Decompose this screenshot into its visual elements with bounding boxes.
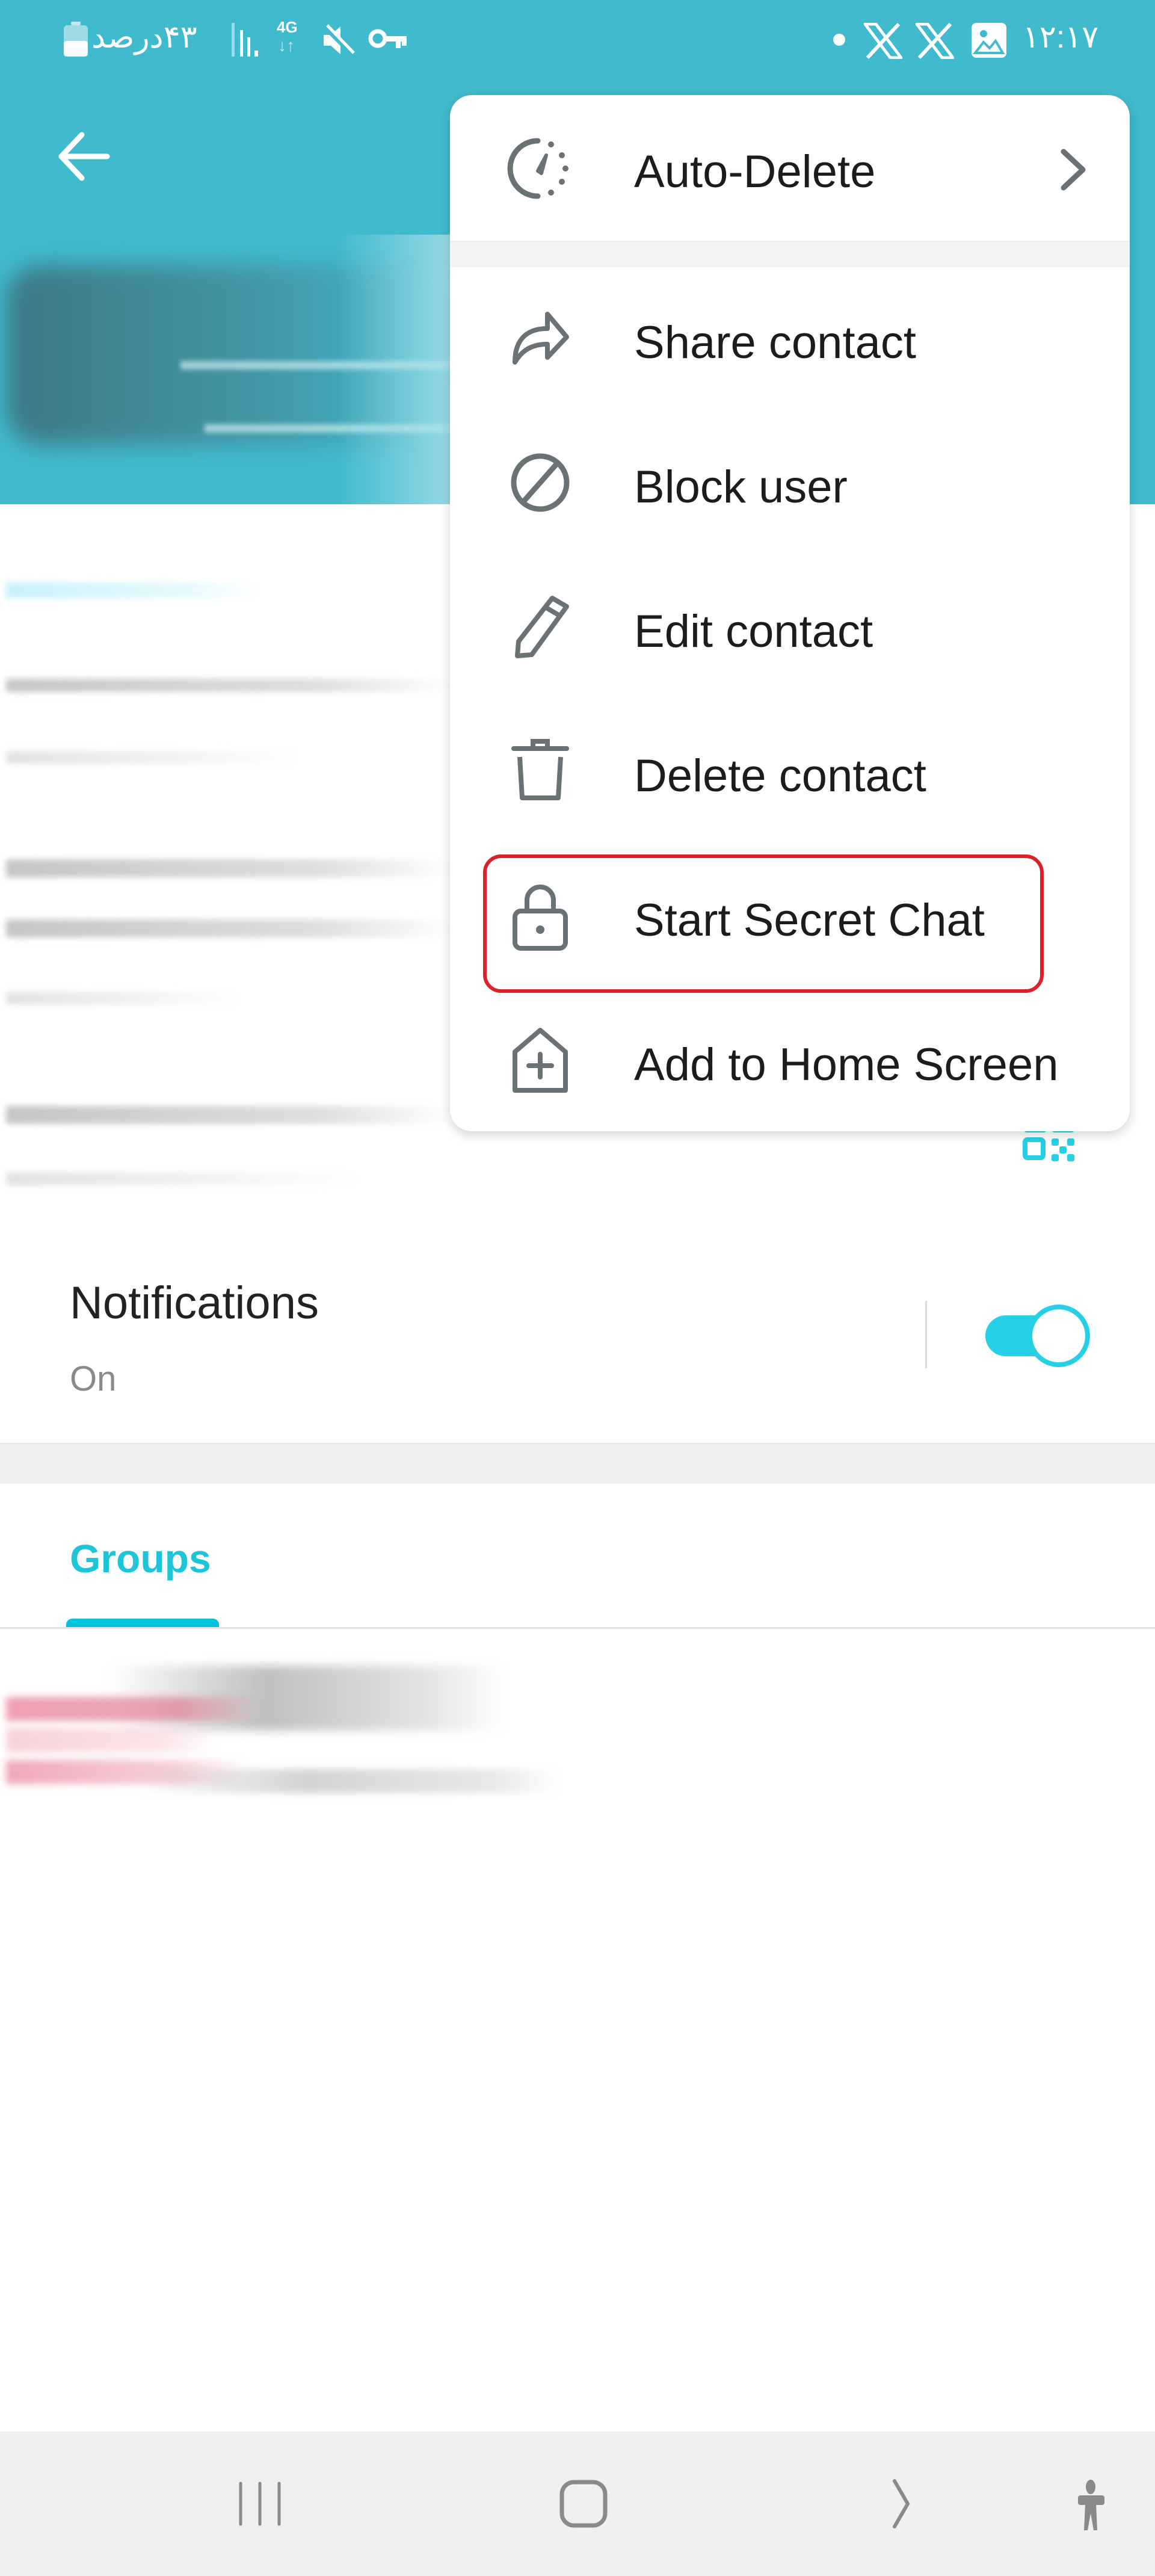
pencil-icon xyxy=(515,596,569,658)
blurred-line xyxy=(6,1106,451,1124)
highlight-annotation xyxy=(483,854,1044,993)
blurred-avatar xyxy=(6,1728,217,1752)
menu-item-edit-contact[interactable]: Edit contact xyxy=(450,555,1130,699)
accessibility-button[interactable] xyxy=(1047,2468,1143,2540)
system-navigation-bar xyxy=(0,2432,1155,2576)
toggle-knob xyxy=(1027,1305,1090,1367)
menu-item-label: Share contact xyxy=(634,317,916,368)
chevron-right-icon xyxy=(1061,149,1086,191)
blurred-line xyxy=(6,582,259,598)
menu-item-label: Delete contact xyxy=(634,750,926,802)
recents-button[interactable] xyxy=(212,2468,308,2540)
x-app-icon xyxy=(864,23,902,59)
blurred-line xyxy=(6,1172,361,1185)
contact-options-menu: Auto-Delete Share contact Block user Edi… xyxy=(450,95,1130,1131)
tab-groups[interactable]: Groups xyxy=(66,1510,223,1628)
notification-dot-icon xyxy=(833,34,845,46)
section-separator xyxy=(0,1443,1155,1484)
clock: ۱۲:۱۷ xyxy=(1023,20,1099,55)
arrow-left-icon xyxy=(58,132,110,181)
back-button[interactable] xyxy=(54,126,114,187)
menu-item-label: Auto-Delete xyxy=(634,146,876,197)
blurred-line xyxy=(6,992,241,1005)
vpn-key-icon xyxy=(368,29,407,48)
divider xyxy=(925,1301,927,1368)
share-icon xyxy=(513,312,569,365)
menu-item-share-contact[interactable]: Share contact xyxy=(450,266,1130,410)
qr-code-icon[interactable] xyxy=(1018,1125,1078,1173)
battery-percentage: ۴۳درصد xyxy=(91,20,197,55)
trash-icon xyxy=(511,739,569,800)
blurred-line xyxy=(6,859,451,877)
blurred-subtitle xyxy=(138,1769,559,1793)
menu-item-add-to-home-screen[interactable]: Add to Home Screen xyxy=(450,988,1130,1131)
menu-item-block-user[interactable]: Block user xyxy=(450,410,1130,555)
blurred-line xyxy=(6,919,451,937)
add-home-icon xyxy=(513,1028,568,1093)
header-gradient xyxy=(337,235,451,504)
notifications-toggle[interactable] xyxy=(985,1305,1091,1367)
home-icon xyxy=(559,2480,608,2528)
menu-separator xyxy=(450,241,1130,267)
timer-icon xyxy=(507,138,568,199)
tab-divider xyxy=(0,1627,1155,1629)
menu-item-label: Block user xyxy=(634,462,848,513)
group-list-item[interactable] xyxy=(0,1661,602,1793)
x-app-icon xyxy=(916,23,954,59)
accessibility-icon xyxy=(1078,2480,1104,2530)
notifications-row[interactable] xyxy=(0,1240,902,1420)
nav-back-button[interactable] xyxy=(857,2468,953,2540)
menu-item-label: Edit contact xyxy=(634,606,873,657)
home-button[interactable] xyxy=(535,2468,632,2540)
blurred-line xyxy=(6,751,301,764)
battery-icon xyxy=(64,22,88,57)
back-icon xyxy=(893,2479,910,2528)
menu-item-auto-delete[interactable]: Auto-Delete xyxy=(450,95,1130,239)
recents-icon xyxy=(239,2482,281,2526)
notifications-status: On xyxy=(70,1359,117,1398)
signal-icon xyxy=(232,23,258,57)
network-4g-icon: 4G ↓↑ xyxy=(277,18,298,55)
status-bar: ۴۳درصد 4G ↓↑ ۱۲:۱۷ xyxy=(0,0,1155,84)
block-icon xyxy=(511,453,570,512)
gallery-icon xyxy=(972,23,1006,58)
notifications-title: Notifications xyxy=(70,1277,319,1329)
blurred-line xyxy=(6,679,451,692)
mute-icon xyxy=(322,24,355,57)
tab-label: Groups xyxy=(70,1536,211,1581)
menu-item-delete-contact[interactable]: Delete contact xyxy=(450,699,1130,844)
blurred-avatar xyxy=(6,1697,259,1721)
menu-item-label: Add to Home Screen xyxy=(634,1039,1059,1090)
